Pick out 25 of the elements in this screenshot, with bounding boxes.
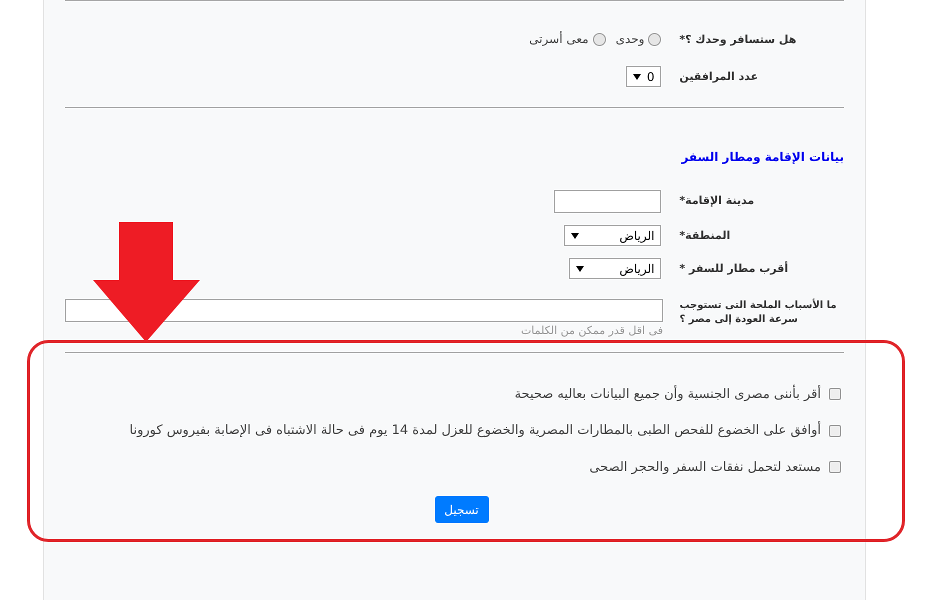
field-label: عدد المرافقين (679, 69, 760, 84)
hint-text: فى اقل قدر ممكن من الكلمات (520, 323, 663, 339)
section-title: بيانات الإقامة ومطار السفر (680, 149, 844, 166)
field-label: المنطقة* (679, 228, 732, 243)
field-label: ما الأسباب الملحة التى تستوجب سرعة العودة إلى مصر ؟ (679, 299, 838, 327)
checkbox-label: أوافق على الخضوع للفحص الطبى بالمطارات المصرية والخضوع للعزل لمدة 14 يوم فى حالة الاشتباه فى الإصابة بفيروس كورونا (130, 421, 821, 440)
dropdown[interactable]: 0 (626, 66, 662, 87)
dropdown[interactable]: الرياض (569, 258, 662, 279)
checkbox-label: أقر بأننى مصرى الجنسية وأن جميع البيانات بعاليه صحيحة (514, 384, 821, 404)
field-label: هل ستسافر وحدك ؟* (679, 32, 798, 46)
field-label: مدينة الإقامة* (679, 193, 756, 208)
submit-button[interactable]: تسجيل (434, 496, 488, 523)
checkbox[interactable] (829, 388, 841, 400)
radio-button[interactable] (592, 32, 606, 46)
checkbox[interactable] (829, 461, 841, 474)
dropdown[interactable]: الرياض (564, 225, 662, 246)
caret-icon (576, 266, 584, 272)
field-label: أقرب مطار للسفر * (679, 260, 790, 276)
checkbox[interactable] (829, 424, 841, 437)
radio-label: وحدى (616, 31, 644, 48)
caret-icon (633, 74, 642, 80)
radio-button[interactable] (648, 32, 662, 46)
checkbox-label: مستعد لتحمل نفقات السفر والحجر الصحى (589, 458, 821, 476)
caret-icon (571, 232, 580, 238)
radio-label: معى أسرتى (529, 30, 589, 48)
